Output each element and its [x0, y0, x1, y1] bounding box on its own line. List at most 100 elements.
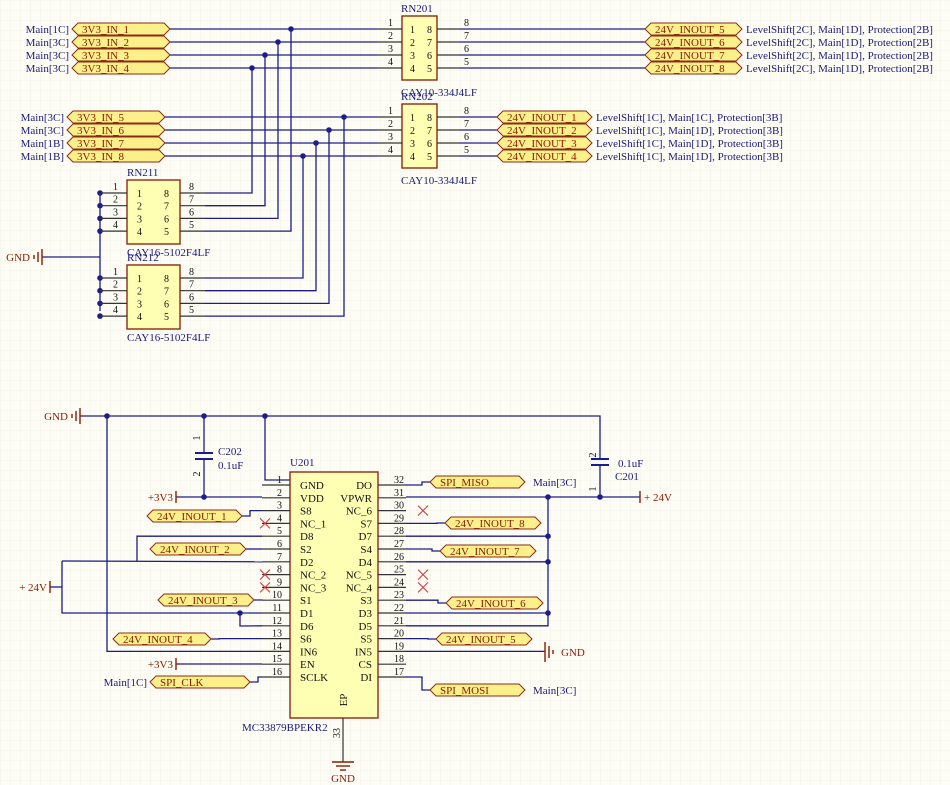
sheet-ref: Main[1B] [21, 151, 64, 163]
pin-number: 5 [189, 305, 194, 316]
pin-number: 2 [410, 38, 415, 49]
pin-number: 4 [137, 227, 142, 238]
pin-name: VDD [300, 493, 324, 505]
pin-number: 3 [277, 501, 282, 512]
resistor-network-rn211[interactable] [126, 179, 181, 245]
port-24v-inout-7-label: 24V_INOUT_7 [450, 546, 520, 558]
pin-number: 1 [388, 106, 393, 117]
cap-ref: C202 [218, 446, 242, 458]
pin-name: D4 [359, 557, 373, 569]
port-3v3_in_8-label: 3V3_IN_8 [77, 151, 125, 163]
sheet-ref: LevelShift[1C], Main[1D], Protection[3B] [596, 138, 783, 150]
pin-number: 6 [427, 51, 432, 62]
pin-number: 5 [277, 526, 282, 537]
junction-dot [545, 533, 551, 539]
pin-number: 2 [588, 453, 599, 458]
pin-number: 1 [137, 274, 142, 285]
pin-number: 19 [394, 641, 404, 652]
pin-number: 1 [388, 18, 393, 29]
pin-number: 6 [164, 214, 169, 225]
port-3v3_in_1-label: 3V3_IN_1 [82, 24, 129, 36]
sheet-ref: Main[1C] [26, 24, 69, 36]
u201-ref: U201 [290, 457, 314, 469]
pin-number: 13 [272, 629, 282, 640]
sheet-ref: Main[3C] [533, 685, 576, 697]
sheet-ref: Main[3C] [21, 125, 64, 137]
pin-number: 21 [394, 616, 404, 627]
power-label: + 24V [644, 492, 672, 504]
pin-number: 16 [272, 667, 282, 678]
port-3v3_in_2-label: 3V3_IN_2 [82, 37, 129, 49]
pin-number: 5 [164, 312, 169, 323]
pin-name: D1 [300, 608, 313, 620]
pin-number: 1 [137, 189, 142, 200]
pin-name: NC_3 [300, 582, 327, 594]
wire [61, 560, 263, 563]
sheet-ref: LevelShift[2C], Main[1D], Protection[2B] [746, 24, 933, 36]
sheet-ref: Main[3C] [26, 37, 69, 49]
pin-number: 3 [410, 139, 415, 150]
pin-number: 6 [464, 132, 469, 143]
rn-ref: RN201 [401, 3, 433, 15]
pin-number: 17 [394, 667, 404, 678]
rn-value: CAY16-5102F4LF [127, 332, 210, 344]
pin-number: 18 [394, 654, 404, 665]
pin-number: 3 [113, 292, 118, 303]
pin-name: S5 [360, 634, 372, 646]
pin-number: 27 [394, 539, 404, 550]
pin-number: 4 [388, 145, 393, 156]
pin-number: 2 [113, 195, 118, 206]
pin-number: 22 [394, 603, 404, 614]
junction-dot [249, 65, 255, 71]
pin-number: 1 [410, 25, 415, 36]
pin-number: 4 [388, 57, 393, 68]
port-24v-inout-2-label: 24V_INOUT_2 [160, 544, 230, 556]
pin-name: S6 [300, 634, 312, 646]
pin-number: 8 [164, 189, 169, 200]
pin-name: CS [359, 659, 372, 671]
pin-number: 10 [272, 590, 282, 601]
pin-number: 7 [164, 287, 169, 298]
pin-name: D8 [300, 531, 314, 543]
sheet-ref: LevelShift[2C], Main[1D], Protection[2B] [746, 50, 933, 62]
port-24v-inout-8-label: 24V_INOUT_8 [455, 518, 525, 530]
resistor-network-rn212[interactable] [126, 264, 181, 330]
pin-number: 2 [277, 488, 282, 499]
port-24v_inout_8-label: 24V_INOUT_8 [655, 63, 725, 75]
pin-number: 8 [164, 274, 169, 285]
sheet-ref: Main[3C] [533, 477, 576, 489]
pin-number: 2 [137, 287, 142, 298]
pin-number: 28 [394, 526, 404, 537]
port-24v_inout_3-label: 24V_INOUT_3 [507, 138, 577, 150]
pin-name: D3 [359, 608, 373, 620]
pin-name: D5 [359, 621, 373, 633]
pin-name: DO [356, 480, 372, 492]
rn-value: CAY10-334J4LF [401, 175, 477, 187]
pin-number: 7 [464, 119, 469, 130]
pin-number: 4 [113, 220, 118, 231]
pin-name: IN6 [300, 646, 318, 658]
pin-number: 2 [388, 31, 393, 42]
pin-name: NC_6 [346, 506, 373, 518]
junction-dot [341, 114, 347, 120]
pin-name: S3 [360, 595, 372, 607]
pin-number: 8 [277, 565, 282, 576]
pin-name: SCLK [300, 672, 328, 684]
sheet-ref: LevelShift[1C], Main[1D], Protection[3B] [596, 125, 783, 137]
pin-number: 31 [394, 488, 404, 499]
pin-number: 2 [410, 126, 415, 137]
pin-number: 8 [189, 267, 194, 278]
port-3v3_in_5-label: 3V3_IN_5 [77, 112, 125, 124]
pin-number: 3 [137, 214, 142, 225]
pin-number: 11 [272, 603, 282, 614]
pin-name: NC_4 [346, 582, 373, 594]
cap-value: 0.1uF [218, 460, 243, 472]
pin-number: 7 [277, 552, 282, 563]
junction-dot [275, 39, 281, 45]
pin-number: 3 [410, 51, 415, 62]
u201-value: MC33879BPEKR2 [242, 722, 328, 734]
pin-number: 32 [394, 475, 404, 486]
pin-number: 1 [113, 267, 118, 278]
pin-name: VPWR [340, 493, 372, 505]
sheet-ref: LevelShift[2C], Main[1D], Protection[2B] [746, 37, 933, 49]
